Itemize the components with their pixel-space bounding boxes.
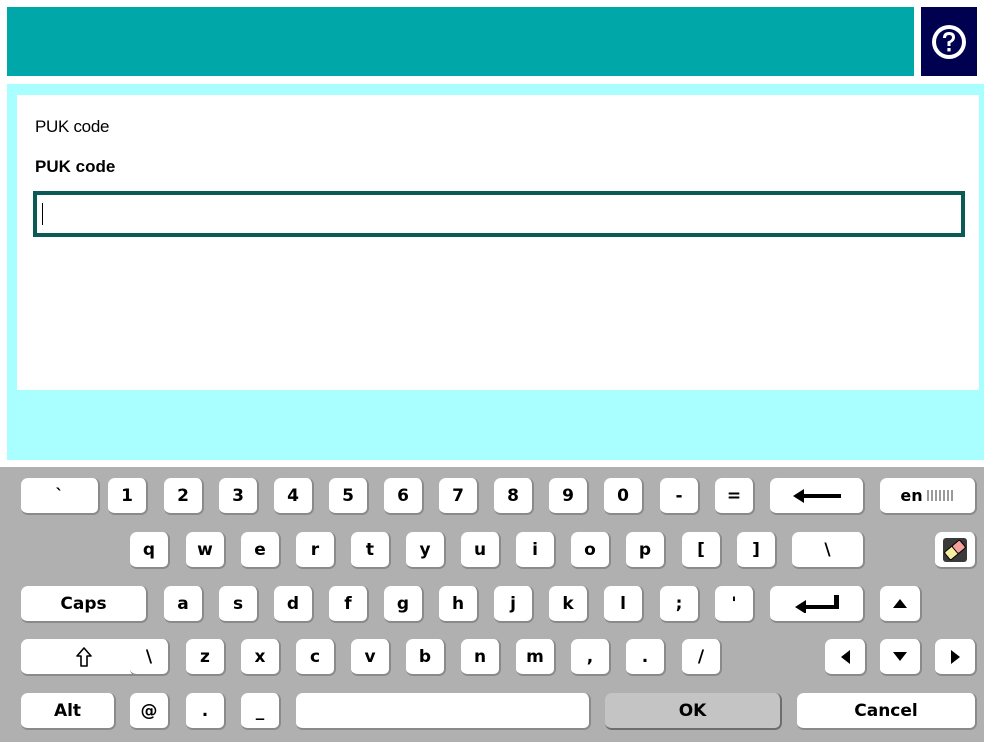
key-comma[interactable]: , [571, 639, 611, 676]
help-button[interactable] [921, 7, 977, 76]
key-right-bracket[interactable]: ] [737, 532, 777, 569]
key-d[interactable]: d [274, 586, 314, 623]
arrow-down-icon [893, 652, 907, 661]
form-panel [17, 95, 979, 390]
key-y[interactable]: y [406, 532, 446, 569]
key-1[interactable]: 1 [108, 478, 148, 515]
key-slash[interactable]: / [682, 639, 722, 676]
shift-icon [75, 646, 92, 667]
key-i[interactable]: i [516, 532, 556, 569]
key-x[interactable]: x [241, 639, 281, 676]
key-backslash[interactable]: \ [792, 532, 865, 569]
key-0[interactable]: 0 [604, 478, 644, 515]
key-6[interactable]: 6 [384, 478, 424, 515]
key-z[interactable]: z [186, 639, 226, 676]
key-4[interactable]: 4 [274, 478, 314, 515]
eraser-icon [940, 536, 970, 564]
key-5[interactable]: 5 [329, 478, 369, 515]
key-3[interactable]: 3 [219, 478, 259, 515]
arrow-down-key[interactable] [880, 639, 922, 676]
key-b[interactable]: b [406, 639, 446, 676]
key-c[interactable]: c [296, 639, 336, 676]
help-icon [929, 22, 969, 62]
arrow-up-icon [893, 599, 907, 608]
key-at[interactable]: @ [130, 693, 170, 730]
key-8[interactable]: 8 [494, 478, 534, 515]
key-dot[interactable]: . [186, 693, 226, 730]
language-key[interactable]: en [880, 478, 977, 515]
key-o[interactable]: o [571, 532, 611, 569]
key-j[interactable]: j [494, 586, 534, 623]
key-h[interactable]: h [439, 586, 479, 623]
key-w[interactable]: w [186, 532, 226, 569]
enter-key[interactable] [770, 586, 865, 623]
clear-key[interactable] [935, 532, 977, 569]
key-backslash-2[interactable]: \ [130, 639, 170, 676]
key-period[interactable]: . [626, 639, 666, 676]
arrow-right-key[interactable] [935, 639, 977, 676]
text-caret [42, 203, 43, 225]
key-backtick[interactable]: ` [21, 478, 100, 515]
key-f[interactable]: f [329, 586, 369, 623]
key-e[interactable]: e [241, 532, 281, 569]
shift-key[interactable] [21, 639, 148, 676]
key-minus[interactable]: - [660, 478, 700, 515]
key-9[interactable]: 9 [549, 478, 589, 515]
language-label: en [900, 486, 923, 505]
key-s[interactable]: s [219, 586, 259, 623]
keyboard-layout-icon [926, 490, 955, 501]
arrow-right-icon [950, 649, 960, 664]
key-semicolon[interactable]: ; [660, 586, 700, 623]
key-2[interactable]: 2 [164, 478, 204, 515]
cancel-button[interactable]: Cancel [797, 693, 977, 730]
key-equals[interactable]: = [715, 478, 755, 515]
key-u[interactable]: u [461, 532, 501, 569]
key-l[interactable]: l [604, 586, 644, 623]
key-g[interactable]: g [384, 586, 424, 623]
puk-code-label: PUK code [35, 157, 116, 176]
key-k[interactable]: k [549, 586, 589, 623]
key-n[interactable]: n [461, 639, 501, 676]
key-v[interactable]: v [351, 639, 391, 676]
key-m[interactable]: m [516, 639, 556, 676]
title-bar [7, 7, 914, 76]
arrow-up-key[interactable] [880, 586, 922, 623]
arrow-left-key[interactable] [825, 639, 867, 676]
dialog-caption: PUK code [35, 117, 110, 136]
key-r[interactable]: r [296, 532, 336, 569]
key-t[interactable]: t [351, 532, 391, 569]
alt-key[interactable]: Alt [21, 693, 116, 730]
key-left-bracket[interactable]: [ [682, 532, 722, 569]
key-a[interactable]: a [164, 586, 204, 623]
ok-button[interactable]: OK [605, 693, 782, 730]
key-q[interactable]: q [130, 532, 170, 569]
puk-code-input[interactable] [33, 191, 965, 237]
key-apostrophe[interactable]: ' [715, 586, 755, 623]
onscreen-keyboard: ` 1 2 3 4 5 6 7 8 9 0 - = en q w e r t y… [0, 467, 984, 742]
key-p[interactable]: p [626, 532, 666, 569]
backspace-arrow-icon [792, 488, 841, 503]
caps-key[interactable]: Caps [21, 586, 148, 623]
enter-arrow-icon [794, 594, 839, 613]
backspace-key[interactable] [770, 478, 865, 515]
key-7[interactable]: 7 [439, 478, 479, 515]
arrow-left-icon [840, 649, 850, 664]
space-bar[interactable] [296, 693, 591, 730]
key-underscore[interactable]: _ [241, 693, 281, 730]
